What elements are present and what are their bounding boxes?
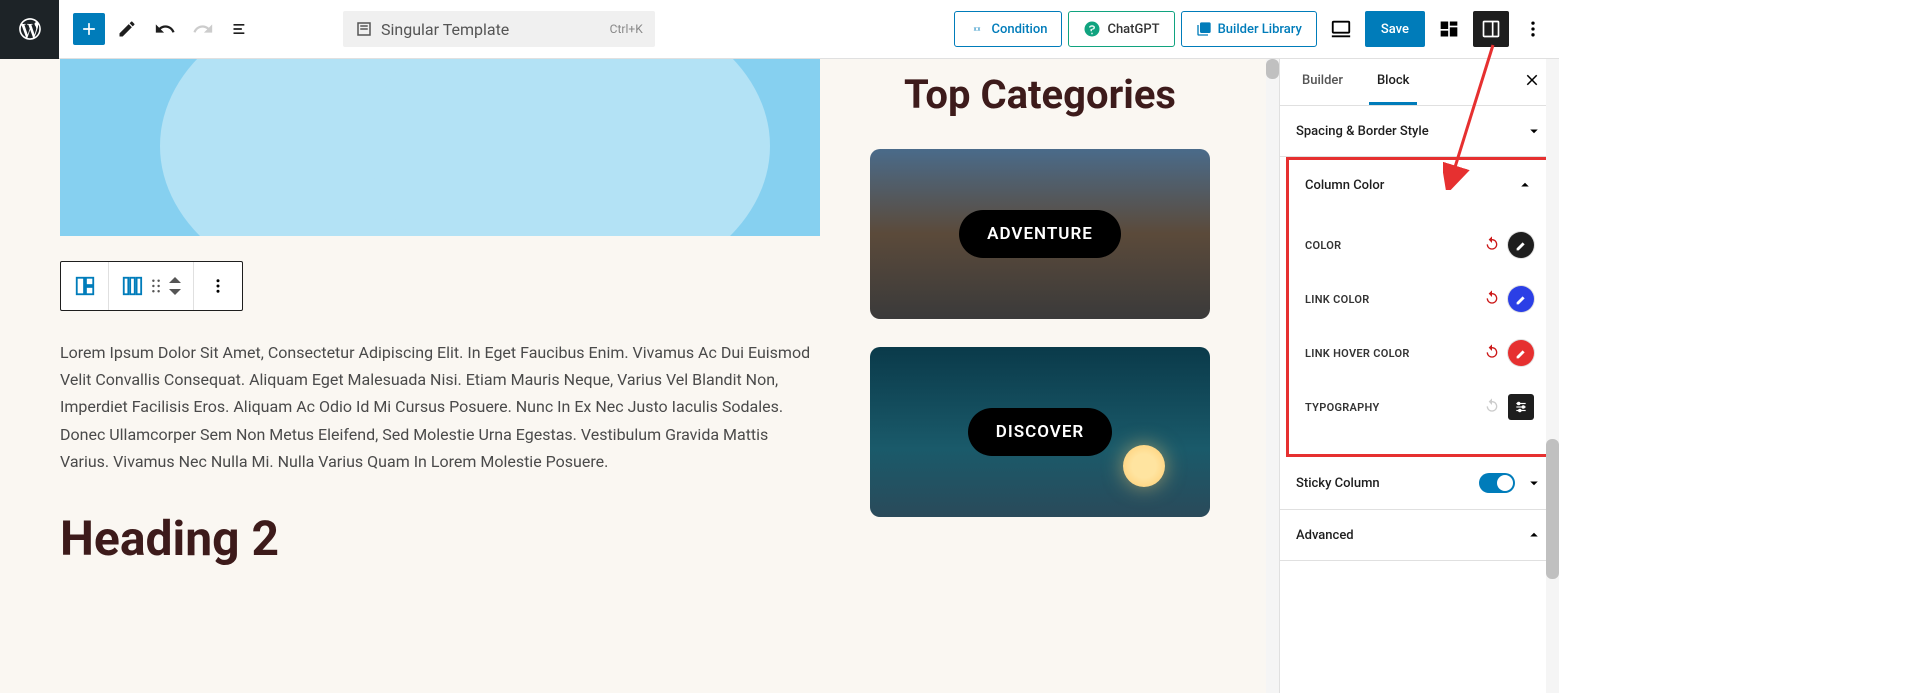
chatgpt-icon bbox=[1083, 20, 1101, 38]
edit-mode-button[interactable] bbox=[111, 13, 143, 45]
panel-advanced[interactable]: Advanced bbox=[1280, 510, 1559, 560]
sidebar-tabs: Builder Block bbox=[1280, 59, 1559, 106]
chevron-up-icon bbox=[1516, 176, 1534, 194]
color-row: COLOR bbox=[1305, 218, 1534, 272]
panel-color-label: Column Color bbox=[1305, 178, 1384, 193]
library-label: Builder Library bbox=[1218, 22, 1302, 37]
canvas-scrollbar[interactable] bbox=[1266, 59, 1279, 693]
sidebar-heading[interactable]: Top Categories bbox=[870, 69, 1210, 121]
image-placeholder[interactable] bbox=[60, 59, 820, 236]
link-hover-label: LINK HOVER COLOR bbox=[1305, 347, 1410, 360]
undo-button[interactable] bbox=[149, 13, 181, 45]
chevron-up-icon bbox=[1525, 526, 1543, 544]
settings-sidebar: Builder Block Spacing & Border Style Col… bbox=[1279, 59, 1559, 693]
move-down-icon[interactable] bbox=[169, 287, 181, 295]
redo-button[interactable] bbox=[187, 13, 219, 45]
panel-spacing-label: Spacing & Border Style bbox=[1296, 124, 1429, 139]
close-icon bbox=[1523, 71, 1541, 89]
wordpress-logo[interactable] bbox=[0, 0, 59, 59]
link-hover-swatch[interactable] bbox=[1508, 340, 1534, 366]
sticky-column-toggle[interactable] bbox=[1479, 473, 1515, 493]
panel-spacing-border[interactable]: Spacing & Border Style bbox=[1280, 106, 1559, 156]
chevron-down-icon bbox=[1525, 122, 1543, 140]
command-bar-label: Singular Template bbox=[381, 20, 509, 39]
block-type-button[interactable] bbox=[61, 262, 109, 310]
document-overview-button[interactable] bbox=[225, 13, 257, 45]
panel-sticky-column[interactable]: Sticky Column bbox=[1280, 457, 1559, 509]
top-toolbar: Singular Template Ctrl+K Condition ChatG… bbox=[0, 0, 1559, 59]
tab-block[interactable]: Block bbox=[1369, 59, 1417, 105]
chatgpt-label: ChatGPT bbox=[1107, 22, 1159, 37]
options-menu-button[interactable] bbox=[1515, 11, 1551, 47]
settings-panel-button[interactable] bbox=[1473, 11, 1509, 47]
paragraph-block[interactable]: Lorem Ipsum Dolor Sit Amet, Consectetur … bbox=[60, 339, 820, 475]
link-hover-color-row: LINK HOVER COLOR bbox=[1305, 326, 1534, 380]
highlight-annotation: Column Color COLOR LINK COLOR bbox=[1286, 157, 1553, 457]
condition-button[interactable]: Condition bbox=[954, 11, 1062, 47]
library-icon bbox=[1196, 21, 1212, 37]
link-color-swatch[interactable] bbox=[1508, 286, 1534, 312]
builder-panel-button[interactable] bbox=[1431, 11, 1467, 47]
block-toolbar bbox=[60, 261, 243, 311]
typography-settings-button[interactable] bbox=[1508, 394, 1534, 420]
color-label: COLOR bbox=[1305, 239, 1341, 252]
add-block-button[interactable] bbox=[73, 13, 105, 45]
drag-handle-icon[interactable] bbox=[151, 279, 161, 293]
move-up-icon[interactable] bbox=[169, 277, 181, 285]
panel-column-color[interactable]: Column Color bbox=[1289, 160, 1550, 210]
reset-link-hover-button[interactable] bbox=[1484, 343, 1500, 363]
block-options-button[interactable] bbox=[194, 262, 242, 310]
category-label: DISCOVER bbox=[968, 408, 1112, 456]
editor-canvas[interactable]: Lorem Ipsum Dolor Sit Amet, Consectetur … bbox=[0, 59, 1279, 693]
advanced-label: Advanced bbox=[1296, 528, 1354, 543]
save-button[interactable]: Save bbox=[1365, 11, 1425, 47]
condition-label: Condition bbox=[991, 22, 1047, 37]
condition-icon bbox=[969, 21, 985, 37]
link-color-label: LINK COLOR bbox=[1305, 293, 1370, 306]
template-icon bbox=[355, 20, 373, 38]
reset-typography-button[interactable] bbox=[1484, 397, 1500, 417]
reset-color-button[interactable] bbox=[1484, 235, 1500, 255]
category-card-discover[interactable]: DISCOVER bbox=[870, 347, 1210, 517]
category-card-adventure[interactable]: ADVENTURE bbox=[870, 149, 1210, 319]
reset-link-color-button[interactable] bbox=[1484, 289, 1500, 309]
tab-builder[interactable]: Builder bbox=[1294, 59, 1351, 105]
builder-library-button[interactable]: Builder Library bbox=[1181, 11, 1317, 47]
chatgpt-button[interactable]: ChatGPT bbox=[1068, 11, 1174, 47]
sidebar-scrollbar[interactable] bbox=[1546, 59, 1559, 693]
close-sidebar-button[interactable] bbox=[1519, 67, 1545, 98]
heading-block[interactable]: Heading 2 bbox=[60, 510, 820, 567]
command-bar-shortcut: Ctrl+K bbox=[610, 22, 643, 36]
category-label: ADVENTURE bbox=[959, 210, 1121, 258]
chevron-down-icon bbox=[1525, 474, 1543, 492]
typography-row: TYPOGRAPHY bbox=[1305, 380, 1534, 434]
typography-label: TYPOGRAPHY bbox=[1305, 401, 1380, 414]
command-bar[interactable]: Singular Template Ctrl+K bbox=[343, 11, 655, 47]
column-layout-button[interactable] bbox=[109, 262, 194, 310]
color-swatch[interactable] bbox=[1508, 232, 1534, 258]
sticky-column-label: Sticky Column bbox=[1296, 476, 1380, 491]
link-color-row: LINK COLOR bbox=[1305, 272, 1534, 326]
view-desktop-button[interactable] bbox=[1323, 11, 1359, 47]
